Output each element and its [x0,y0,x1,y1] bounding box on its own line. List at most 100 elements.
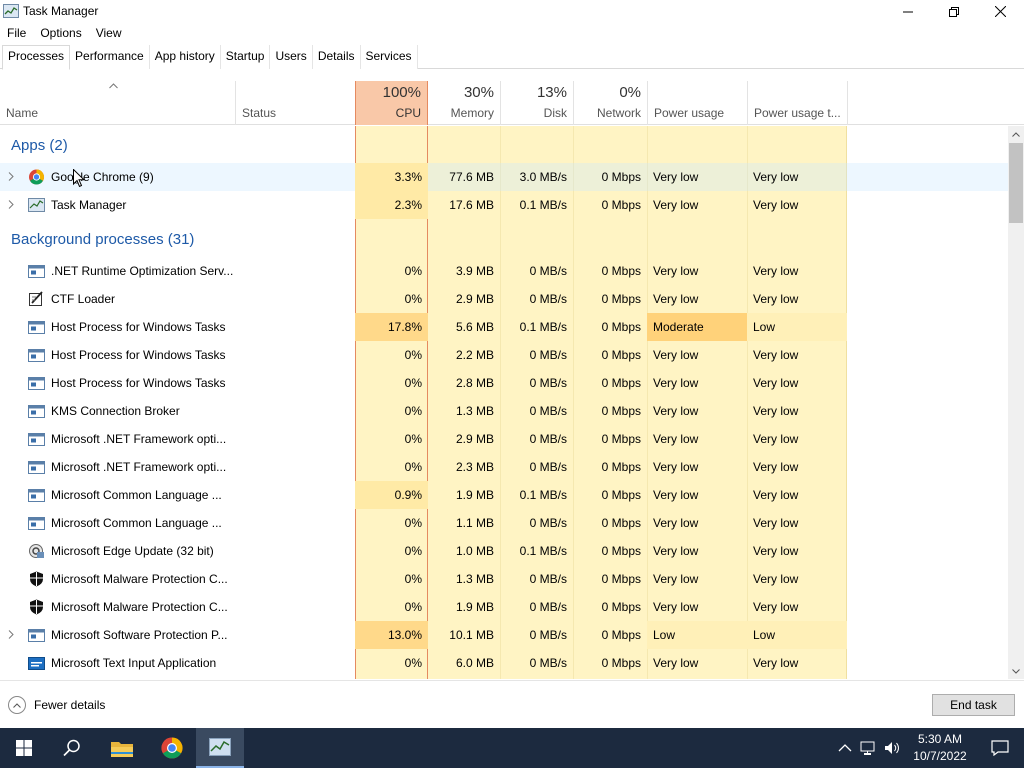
minimize-button[interactable] [885,0,931,23]
header-power-usage[interactable]: Power usage [648,81,747,125]
process-cpu-value: 0% [404,348,422,362]
process-name: Microsoft Software Protection P... [51,628,228,642]
chrome-taskbar[interactable] [148,728,196,768]
network-icon[interactable] [860,740,878,756]
menu-view[interactable]: View [89,23,129,43]
process-name: Microsoft Malware Protection C... [51,600,228,614]
process-mem-value: 10.1 MB [449,628,494,642]
menu-file[interactable]: File [0,23,33,43]
process-trend-value: Low [747,313,847,341]
process-row[interactable]: Host Process for Windows Tasks 0% 2.8 MB 0 … [0,369,1008,397]
scroll-thumb[interactable] [1009,143,1023,223]
process-power-value: Very low [653,460,699,474]
tab-processes[interactable]: Processes [2,45,71,70]
process-power-value: Very low [653,516,699,530]
process-mem-value: 2.3 MB [455,460,494,474]
process-disk-value: 0 MB/s [529,600,567,614]
file-explorer-taskbar[interactable] [98,728,146,768]
process-mem-value: 1.9 MB [455,600,494,614]
process-net-value: 0 Mbps [601,376,641,390]
process-row[interactable]: Microsoft Text Input Application 0% 6.0 MB… [0,649,1008,677]
header-status[interactable]: Status [236,81,355,125]
process-row[interactable]: Google Chrome (9) 3.3% 77.6 MB 3.0 MB/s 0 Mb… [0,163,1008,191]
header-memory[interactable]: 30% Memory [428,81,500,125]
process-disk-value: 0 MB/s [529,348,567,362]
end-task-button[interactable]: End task [932,694,1015,716]
chevron-up-icon[interactable] [838,743,852,753]
volume-icon[interactable] [884,740,902,756]
process-row[interactable]: Microsoft .NET Framework opti... 0% 2.3 MB… [0,453,1008,481]
process-row[interactable]: KMS Connection Broker 0% 1.3 MB 0 MB/s 0 Mbp… [0,397,1008,425]
chevron-right-icon[interactable] [8,200,14,209]
process-list[interactable]: Apps (2) Google Chrome (9) 3.3% 77.6 MB 3.0… [0,126,1008,679]
start-button[interactable] [0,728,48,768]
process-mem-value: 3.9 MB [455,264,494,278]
task-manager-taskbar[interactable] [196,728,244,768]
restore-button[interactable] [931,0,977,23]
service-window-icon [28,349,45,362]
group-background-processes[interactable]: Background processes (31) [11,231,194,248]
header-network[interactable]: 0% Network [574,81,647,125]
process-net-value: 0 Mbps [601,198,641,212]
process-disk-value: 0 MB/s [529,432,567,446]
process-row[interactable]: Microsoft Common Language ... 0.9% 1.9 MB 0… [0,481,1008,509]
process-row[interactable]: Microsoft Edge Update (32 bit) 0% 1.0 MB 0.… [0,537,1008,565]
process-mem-value: 5.6 MB [455,320,494,334]
process-row[interactable]: Microsoft .NET Framework opti... 0% 2.9 MB… [0,425,1008,453]
process-trend-value: Very low [753,544,799,558]
search-button[interactable] [48,728,96,768]
process-power-value: Very low [653,488,699,502]
header-disk[interactable]: 13% Disk [501,81,573,125]
column-divider[interactable] [847,81,848,125]
edge-update-icon [29,544,44,558]
process-row[interactable]: .NET Runtime Optimization Serv... 0% 3.9 M… [0,257,1008,285]
tab-users[interactable]: Users [270,45,313,69]
folder-icon [111,742,133,757]
taskbar-clock[interactable]: 5:30 AM 10/7/2022 [908,731,972,765]
process-trend-value: Very low [753,488,799,502]
process-row[interactable]: Task Manager 2.3% 17.6 MB 0.1 MB/s 0 Mbps Ver… [0,191,1008,219]
process-cpu-value: 0% [404,264,422,278]
fewer-details-button[interactable]: Fewer details [8,696,105,714]
process-cpu-value: 0% [404,544,422,558]
scroll-down-button[interactable] [1008,663,1024,679]
header-power-label: Power usage [654,106,725,120]
process-net-value: 0 Mbps [601,320,641,334]
menu-options[interactable]: Options [33,23,88,43]
header-name[interactable]: Name [0,81,235,125]
process-row[interactable]: Host Process for Windows Tasks 0% 2.2 MB 0 … [0,341,1008,369]
process-net-value: 0 Mbps [601,488,641,502]
process-net-value: 0 Mbps [601,656,641,670]
process-row[interactable]: Microsoft Common Language ... 0% 1.1 MB 0 M… [0,509,1008,537]
notifications-button[interactable] [976,728,1024,768]
process-net-value: 0 Mbps [601,292,641,306]
close-button[interactable] [977,0,1023,23]
process-row[interactable]: Host Process for Windows Tasks 17.8% 5.6 M… [0,313,1008,341]
process-row[interactable]: Microsoft Software Protection P... 13.0% 1… [0,621,1008,649]
process-row[interactable]: Microsoft Malware Protection C... 0% 1.3 M… [0,565,1008,593]
header-cpu-percent: 100% [382,84,421,101]
process-row[interactable]: Microsoft Malware Protection C... 0% 1.9 M… [0,593,1008,621]
tab-startup[interactable]: Startup [220,45,271,69]
vertical-scrollbar[interactable] [1008,126,1024,679]
header-cpu[interactable]: 100% CPU [355,81,428,125]
chevron-up-circle-icon [8,696,26,714]
process-disk-value: 0.1 MB/s [519,320,567,334]
process-row[interactable]: CTF Loader 0% 2.9 MB 0 MB/s 0 Mbps Very low Ve… [0,285,1008,313]
chevron-right-icon[interactable] [8,172,14,181]
tab-services[interactable]: Services [360,45,418,69]
process-disk-value: 0 MB/s [529,292,567,306]
process-trend-value: Very low [753,264,799,278]
tab-details[interactable]: Details [312,45,361,69]
task-manager-icon [3,4,19,18]
service-window-icon [28,629,45,642]
scroll-up-button[interactable] [1008,126,1024,142]
header-power-trend[interactable]: Power usage t... [748,81,847,125]
process-mem-value: 1.3 MB [455,404,494,418]
tab-app-history[interactable]: App history [149,45,221,69]
tab-performance[interactable]: Performance [70,45,150,69]
chevron-up-icon [1012,131,1020,137]
chevron-right-icon[interactable] [8,630,14,639]
group-apps[interactable]: Apps (2) [11,137,68,154]
process-net-value: 0 Mbps [601,432,641,446]
